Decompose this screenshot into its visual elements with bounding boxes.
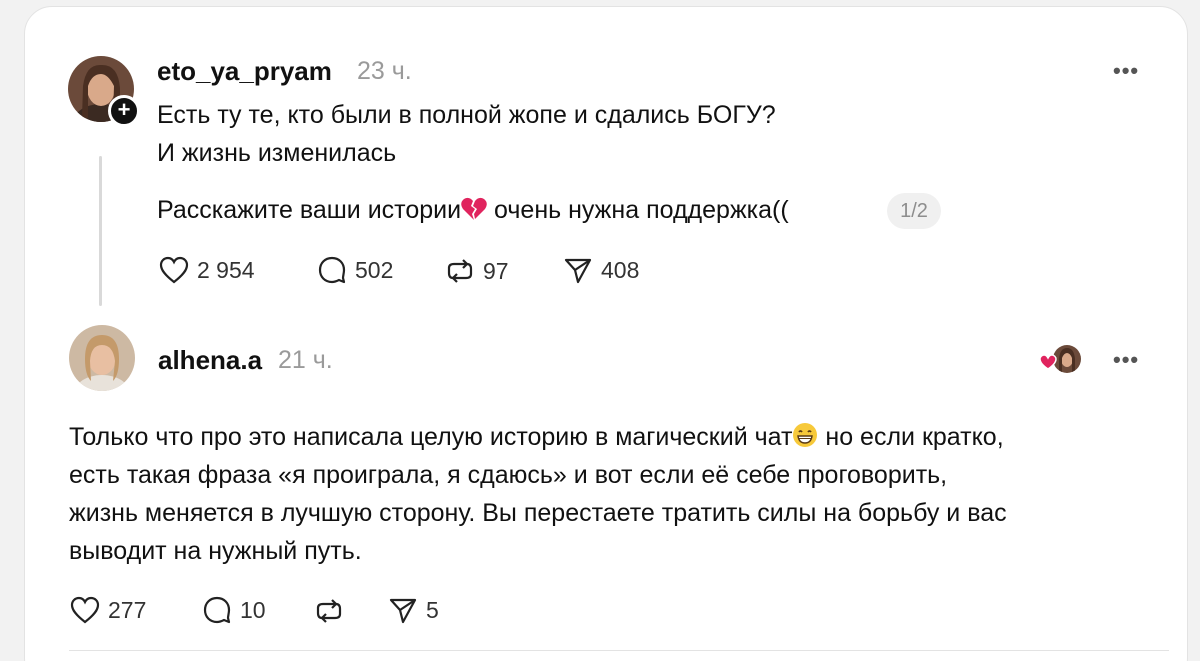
comment-count: 10: [240, 596, 266, 623]
send-icon: [388, 596, 418, 624]
share-count: 408: [601, 256, 640, 283]
comment-icon: [202, 596, 232, 624]
broken-heart-emoji: [461, 194, 487, 232]
repost-button[interactable]: [314, 596, 344, 626]
repost-icon: [445, 256, 475, 286]
comment-button[interactable]: 502: [317, 256, 393, 284]
post-text-line: жизнь меняется в лучшую сторону. Вы пере…: [69, 499, 1007, 527]
post-username[interactable]: eto_ya_pryam: [157, 56, 332, 87]
like-count: 2 954: [197, 256, 255, 283]
follow-plus-button[interactable]: +: [108, 95, 140, 127]
heart-icon: [159, 256, 189, 284]
more-options-button[interactable]: •••: [1113, 347, 1139, 373]
post-time: 21 ч.: [278, 346, 333, 374]
repost-button[interactable]: 97: [445, 256, 509, 286]
post-text-line: И жизнь изменилась: [157, 139, 397, 167]
post-text-segment: очень нужна поддержка((: [487, 196, 789, 224]
like-button[interactable]: 2 954: [159, 256, 255, 284]
post-text-segment: Расскажите ваши истории: [157, 196, 462, 224]
post-text-line: Есть ту те, кто были в полной жопе и сда…: [157, 101, 776, 129]
comment-button[interactable]: 10: [202, 596, 266, 624]
share-count: 5: [426, 596, 439, 623]
post-time: 23 ч.: [357, 57, 412, 85]
heart-icon: [70, 596, 100, 624]
post-text-line: Расскажите ваши истории очень нужна подд…: [157, 191, 789, 232]
liked-by-avatar: [1053, 345, 1081, 373]
grinning-face-emoji: [792, 421, 818, 459]
liked-by-author-indicator: [1039, 343, 1083, 375]
heart-icon: [1039, 354, 1057, 375]
repost-count: 97: [483, 257, 509, 284]
more-options-button[interactable]: •••: [1113, 58, 1139, 84]
repost-icon: [314, 596, 344, 626]
post-divider: [69, 650, 1169, 651]
author-avatar[interactable]: [69, 325, 135, 391]
send-icon: [563, 256, 593, 284]
comment-count: 502: [355, 256, 394, 283]
share-button[interactable]: 408: [563, 256, 639, 284]
post-text-segment: но если кратко,: [818, 423, 1004, 451]
like-count: 277: [108, 596, 147, 623]
thread-line: [99, 156, 102, 306]
comment-icon: [317, 256, 347, 284]
share-button[interactable]: 5: [388, 596, 439, 624]
post-text-line: есть такая фраза «я проиграла, я сдаюсь»…: [69, 461, 948, 489]
post-username[interactable]: alhena.a: [158, 345, 262, 376]
like-button[interactable]: 277: [70, 596, 146, 624]
post-text-segment: Только что про это написала целую истори…: [69, 423, 793, 451]
post-text-line: выводит на нужный путь.: [69, 537, 362, 565]
image-pager-indicator[interactable]: 1/2: [887, 193, 941, 229]
post-text-line: Только что про это написала целую истори…: [69, 418, 1004, 459]
